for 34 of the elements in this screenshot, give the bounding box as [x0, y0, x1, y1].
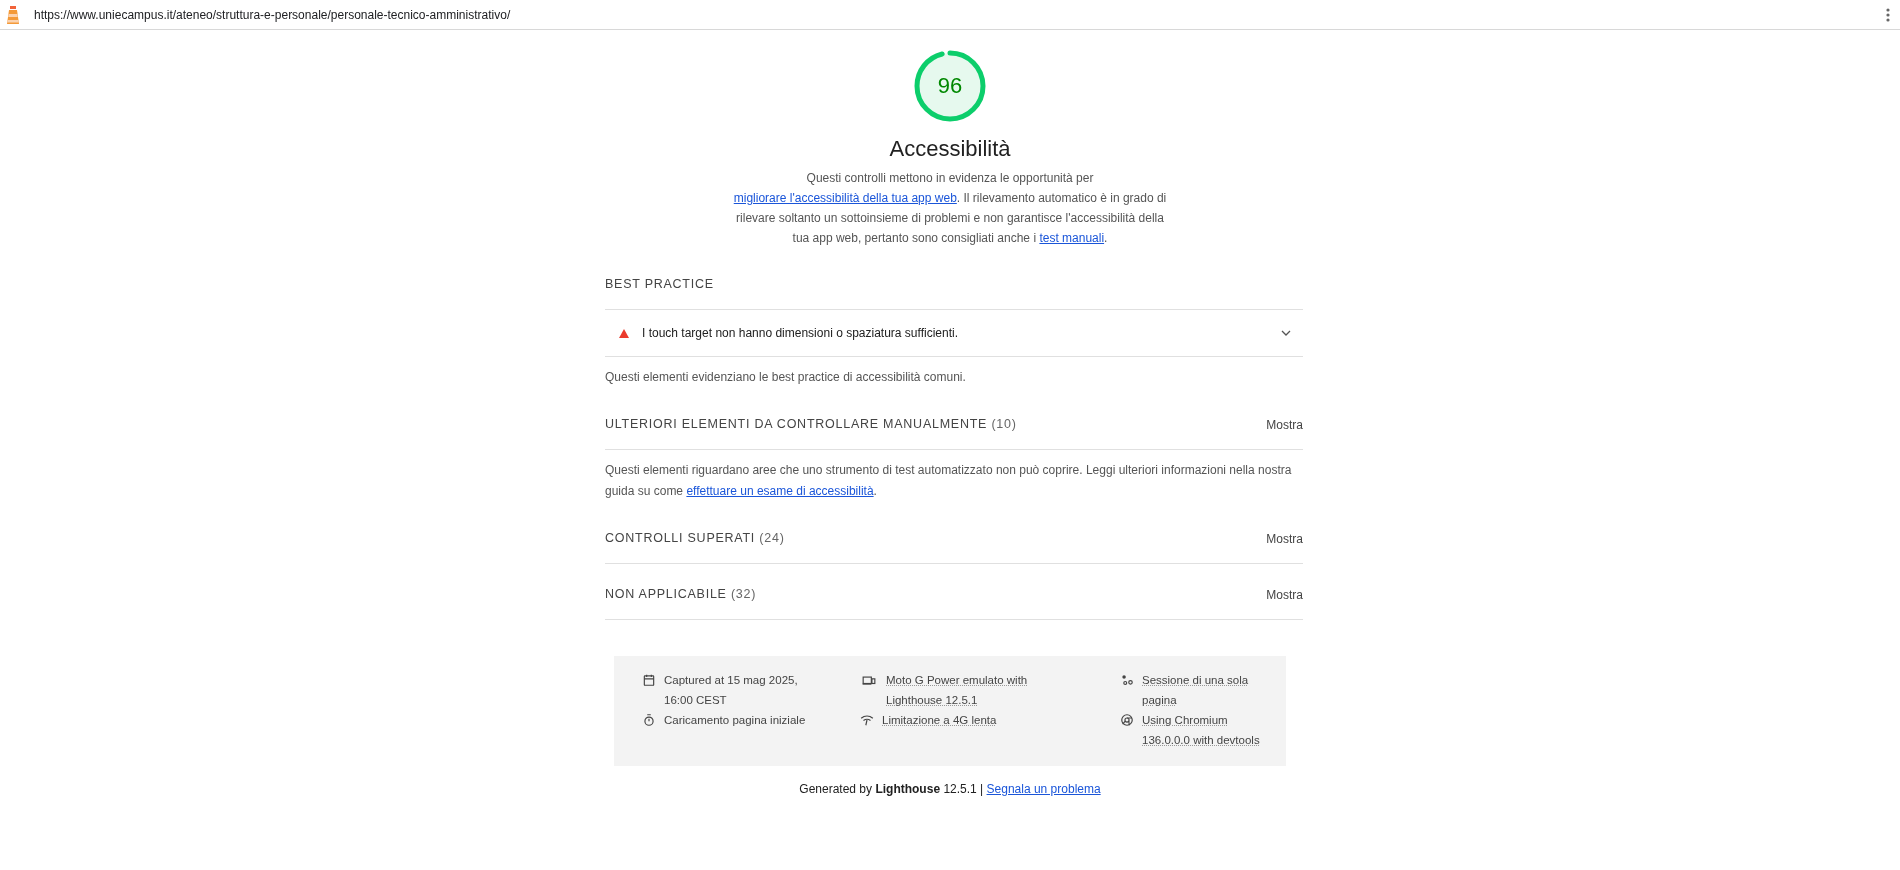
section-description: Questi elementi evidenziano le best practice di accessibilità comuni. [605, 369, 967, 386]
run-info-text: Using Chromium 136.0.0.0 with devtools [1142, 713, 1261, 748]
run-info-text: Caricamento pagina iniziale [664, 713, 806, 728]
chromium-icon [1120, 713, 1134, 727]
link[interactable]: effettuare un esame di accessibilità [686, 484, 874, 498]
link[interactable]: migliorare l'accessibilità della tua app web [733, 191, 957, 205]
more-menu-icon[interactable] [1886, 7, 1890, 22]
report-problem-link[interactable]: Segnala un problema [986, 782, 1101, 796]
run-info-text: Limitazione a 4G lenta [882, 713, 997, 728]
category-description: Questi controlli mettono in evidenza le opportunità per migliorare l'accessibilità della tua app web. Il rilevamento automatico è in grado di rilevare soltanto un sottoinsieme di problemi e non garantisce l'accessibilità della tua app web, pertanto sono consigliati anche i test manuali. [732, 170, 1168, 247]
audit-title: I touch target non hanno dimensioni o spaziatura sufficienti. [642, 325, 959, 342]
dots-icon [1120, 673, 1134, 687]
section-heading: CONTROLLI SUPERATI (24) [605, 530, 785, 548]
category-title: Accessibilità [889, 136, 1011, 162]
section-heading: NON APPLICABILE (32) [605, 586, 757, 604]
run-info-text: Moto G Power emulato with Lighthouse 12.5.1 [886, 673, 1029, 708]
show-toggle[interactable]: Mostra [1266, 529, 1303, 548]
section-heading: ULTERIORI ELEMENTI DA CONTROLLARE MANUALMENTE (10) [605, 416, 1017, 434]
audit-row[interactable]: I touch target non hanno dimensioni o spaziatura sufficienti. [605, 310, 1303, 357]
calendar-icon [642, 673, 656, 687]
timer-icon [642, 713, 656, 727]
score-value: 96 [937, 74, 963, 98]
generated-by-footer: Generated by Lighthouse 12.5.1 | Segnala un problema [799, 780, 1101, 798]
section-heading: BEST PRACTICE [605, 276, 714, 294]
devices-icon [860, 673, 878, 687]
warning-triangle-icon [619, 328, 629, 338]
signal-icon [860, 713, 874, 727]
section-description: Questi elementi riguardano aree che uno strumento di test automatizzato non può coprire. Leggi ulteriori informazioni nella nostra guida su come effettuare un esame di accessibilità. [605, 462, 1293, 500]
run-info-text: Sessione di una sola pagina [1142, 673, 1250, 708]
show-toggle[interactable]: Mostra [1266, 585, 1303, 604]
run-info-text: Captured at 15 mag 2025, 16:00 CEST [664, 673, 799, 708]
show-toggle[interactable]: Mostra [1266, 415, 1303, 434]
lighthouse-icon [6, 4, 20, 25]
page-url: https://www.uniecampus.it/ateneo/struttura-e-personale/personale-tecnico-amministrativo/ [34, 6, 511, 24]
